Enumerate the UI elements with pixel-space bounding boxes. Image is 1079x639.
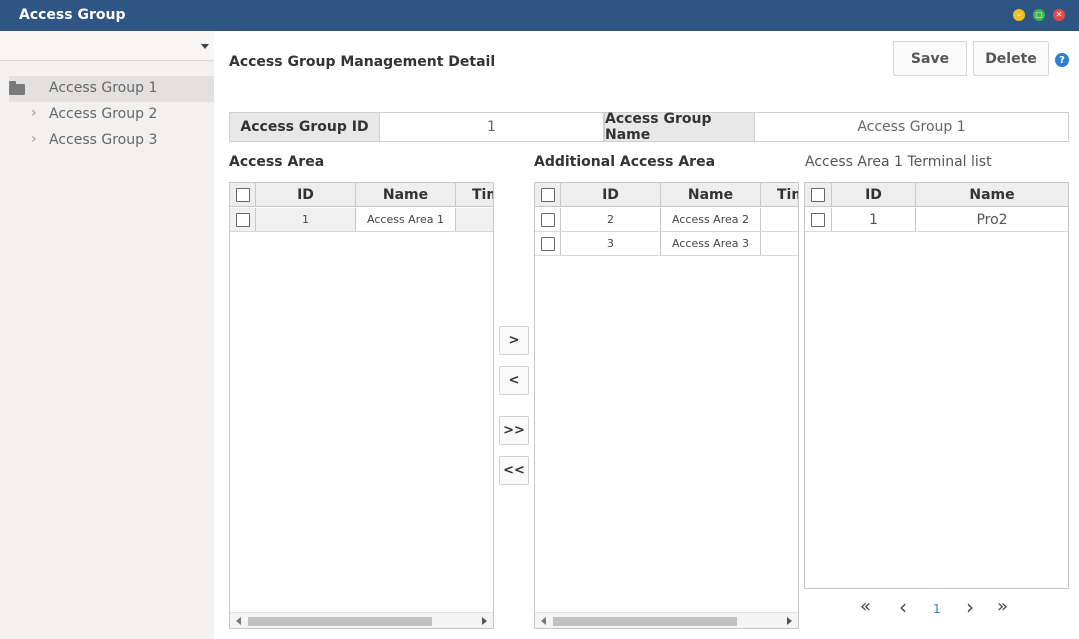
horizontal-scrollbar[interactable] [535,612,798,628]
select-all-checkbox[interactable] [811,187,825,202]
cell-id: 3 [561,232,661,255]
grid-header: ID Name Tim [230,183,493,207]
cell-id: 2 [561,208,661,231]
tree-item-label: Access Group 1 [49,80,158,96]
cell-name: Access Area 2 [661,208,761,231]
table-row[interactable]: 2 Access Area 2 [535,208,798,232]
access-group-name-label: Access Group Name [604,111,755,143]
delete-button[interactable]: Delete [973,41,1049,76]
access-group-id-label: Access Group ID [229,112,380,142]
scroll-thumb[interactable] [248,617,432,626]
cell-name: Pro2 [916,208,1068,231]
caret-down-icon[interactable] [201,44,209,49]
column-header-time[interactable]: Tim [761,183,798,206]
cell-time [456,208,493,231]
scroll-left-icon[interactable] [541,617,546,625]
table-row[interactable]: 3 Access Area 3 [535,232,798,256]
tree-item-access-group-1[interactable]: Access Group 1 [9,76,214,102]
pager: « ‹ 1 › » [860,595,1020,620]
scroll-right-icon[interactable] [482,617,487,625]
page-number[interactable]: 1 [933,602,941,616]
terminal-list-title: Access Area 1 Terminal list [805,154,992,170]
window-title: Access Group [19,7,126,23]
tree-item-label: Access Group 2 [49,106,158,122]
save-button[interactable]: Save [893,41,967,76]
access-group-name-field[interactable]: Access Group 1 [754,112,1069,142]
add-selected-button[interactable]: > [499,326,529,355]
horizontal-scrollbar[interactable] [230,612,493,628]
column-header-name[interactable]: Name [916,183,1068,206]
scroll-left-icon[interactable] [236,617,241,625]
first-page-icon[interactable]: « [860,596,871,617]
table-row[interactable]: 1 Access Area 1 [230,208,493,232]
access-area-grid: ID Name Tim 1 Access Area 1 [229,182,494,629]
access-area-title: Access Area [229,154,325,170]
additional-access-area-title: Additional Access Area [534,154,716,170]
chevron-right-icon[interactable]: › [31,105,37,121]
chevron-right-icon[interactable]: › [31,131,37,147]
sidebar: Access Group 1 › Access Group 2 › Access… [0,31,214,639]
minimize-icon[interactable]: – [1013,9,1025,21]
tree-item-access-group-2[interactable]: › Access Group 2 [9,102,214,128]
sidebar-dropdown[interactable] [0,31,214,61]
cell-time [761,208,798,231]
grid-header: ID Name Tim [535,183,798,207]
scroll-right-icon[interactable] [787,617,792,625]
cell-time [761,232,798,255]
cell-id: 1 [256,208,356,231]
remove-all-button[interactable]: << [499,456,529,485]
remove-selected-button[interactable]: < [499,366,529,395]
help-icon[interactable]: ? [1055,53,1069,67]
page-title: Access Group Management Detail [229,54,496,70]
cell-name: Access Area 1 [356,208,456,231]
grid-header: ID Name [805,183,1068,207]
row-checkbox[interactable] [540,212,555,227]
column-header-id[interactable]: ID [832,183,916,206]
title-bar: Access Group – ▢ ✕ [0,0,1079,31]
prev-page-icon[interactable]: ‹ [899,595,907,619]
column-header-id[interactable]: ID [561,183,661,206]
add-all-button[interactable]: >> [499,416,529,445]
folder-icon [9,81,25,95]
tree-item-access-group-3[interactable]: › Access Group 3 [9,128,214,154]
column-header-id[interactable]: ID [256,183,356,206]
column-header-name[interactable]: Name [356,183,456,206]
terminal-list-grid: ID Name 1 Pro2 [804,182,1069,589]
column-header-time[interactable]: Tim [456,183,493,206]
cell-name: Access Area 3 [661,232,761,255]
next-page-icon[interactable]: › [966,595,974,619]
access-group-id-field[interactable]: 1 [379,112,604,142]
row-checkbox[interactable] [235,212,250,227]
last-page-icon[interactable]: » [997,596,1008,617]
table-row[interactable]: 1 Pro2 [805,208,1068,232]
tree-item-label: Access Group 3 [49,132,158,148]
select-all-checkbox[interactable] [540,187,555,202]
column-header-name[interactable]: Name [661,183,761,206]
scroll-thumb[interactable] [553,617,737,626]
row-checkbox[interactable] [540,236,555,251]
row-checkbox[interactable] [811,212,825,227]
additional-access-area-grid: ID Name Tim 2 Access Area 2 3 Access Are… [534,182,799,629]
cell-id: 1 [832,208,916,231]
maximize-icon[interactable]: ▢ [1033,9,1045,21]
select-all-checkbox[interactable] [235,187,250,202]
close-icon[interactable]: ✕ [1053,9,1065,21]
